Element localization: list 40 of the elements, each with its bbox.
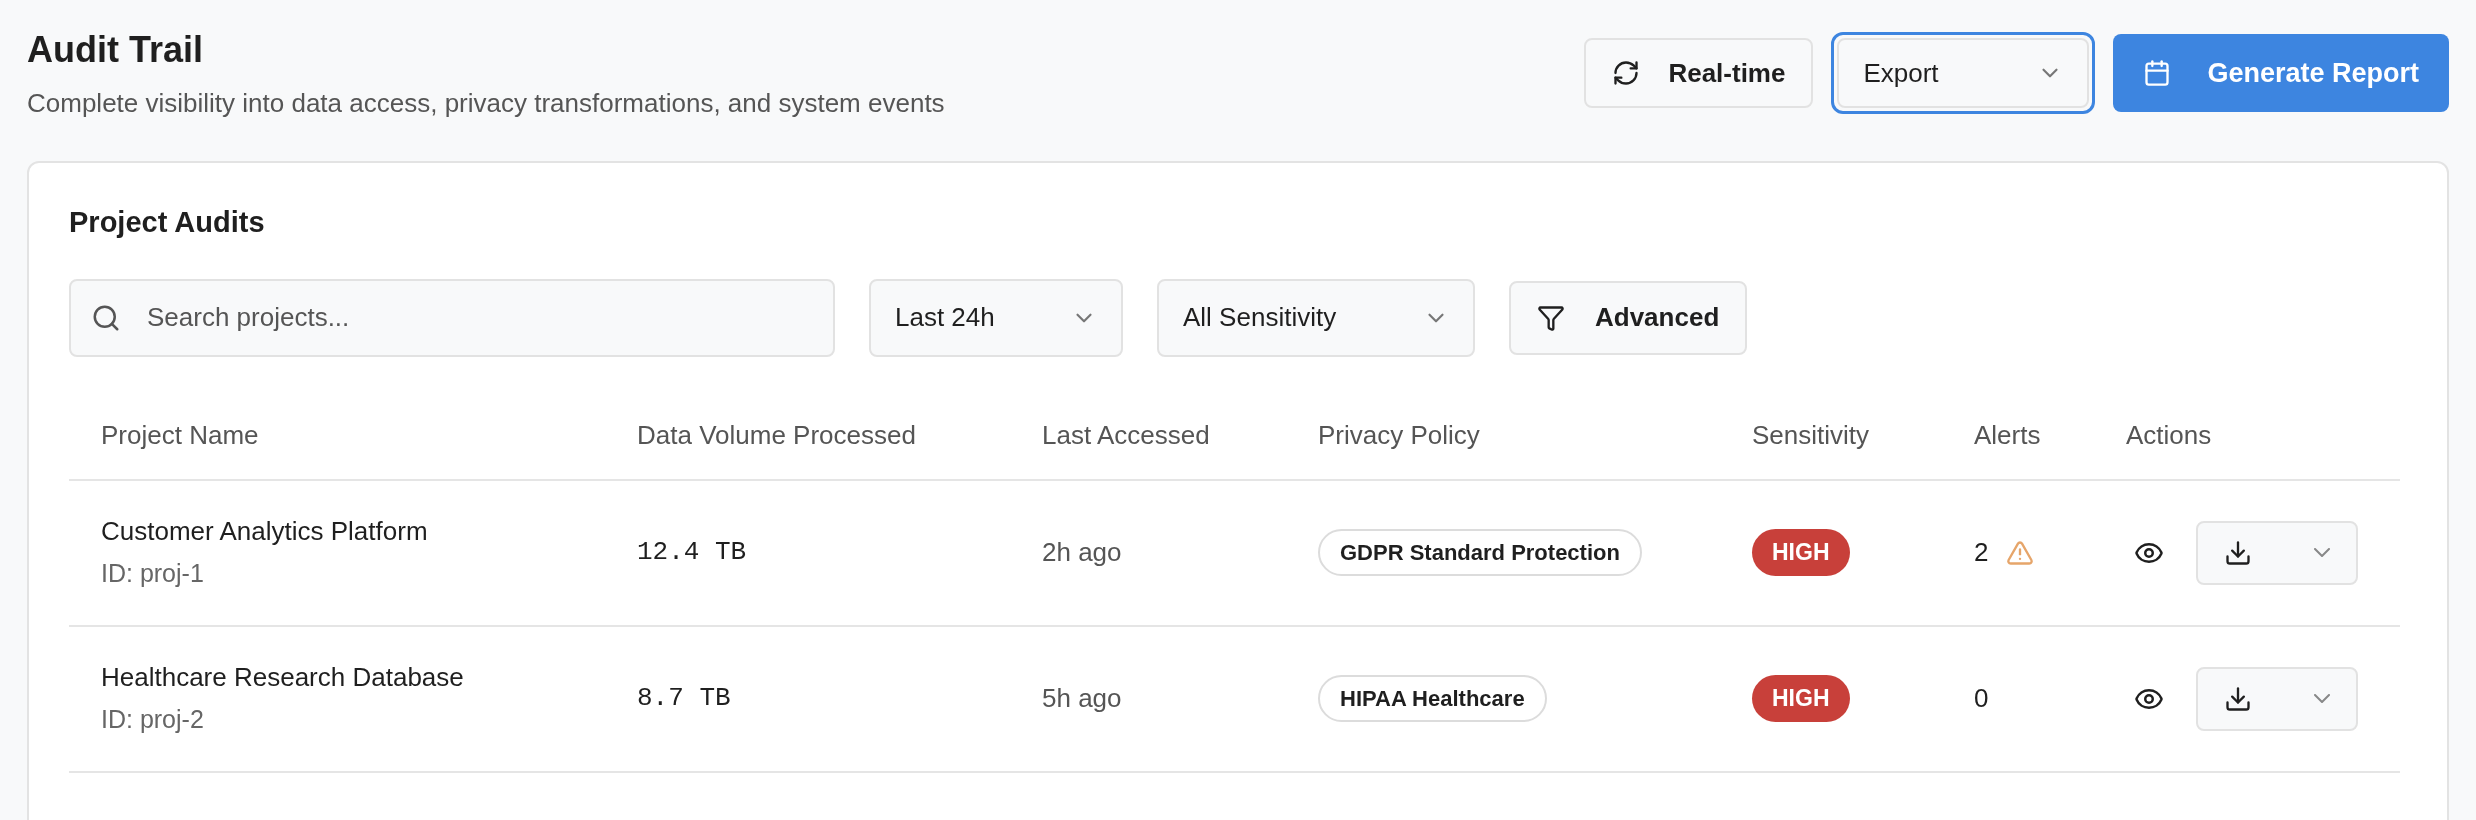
column-header: Actions — [2125, 419, 2212, 452]
data-volume: 12.4 TB — [637, 537, 747, 567]
refresh-icon — [1612, 59, 1641, 87]
chevron-down-icon — [2314, 694, 2330, 703]
page-title: Audit Trail — [27, 28, 204, 72]
realtime-button[interactable]: Real-time — [1584, 38, 1814, 108]
policy-tag: HIPAA Healthcare — [1318, 675, 1547, 722]
alert-count: 0 — [1974, 682, 1989, 715]
calendar-icon — [2143, 59, 2172, 87]
advanced-filter-button[interactable]: Advanced — [1509, 280, 1748, 355]
download-dropdown[interactable] — [2196, 520, 2358, 585]
export-dropdown[interactable]: Export — [1837, 38, 2090, 108]
column-header: Project Name — [100, 419, 259, 452]
download-dropdown[interactable] — [2196, 666, 2358, 731]
data-volume: 8.7 TB — [637, 683, 731, 713]
project-name: Healthcare Research Database — [101, 661, 465, 695]
project-id: ID: proj-2 — [101, 704, 205, 736]
download-icon — [2224, 684, 2252, 713]
project-id: ID: proj-1 — [101, 558, 205, 590]
column-header: Alerts — [1973, 419, 2041, 452]
policy-tag: GDPR Standard Protection — [1318, 529, 1642, 576]
sensitivity-tag: HIGH — [1752, 529, 1850, 576]
column-header: Last Accessed — [1041, 419, 1210, 452]
generate-report-button[interactable]: Generate Report — [2113, 34, 2449, 112]
column-header: Sensitivity — [1751, 419, 1870, 452]
search-field[interactable]: Search projects... — [69, 278, 835, 357]
download-icon — [2224, 538, 2252, 567]
column-header: Data Volume Processed — [636, 419, 916, 452]
sensitivity-tag: HIGH — [1752, 675, 1850, 722]
column-header: Privacy Policy — [1317, 419, 1480, 452]
filter-icon — [1537, 303, 1565, 332]
time-range-dropdown[interactable]: Last 24h — [869, 278, 1123, 357]
last-accessed: 5h ago — [1042, 683, 1122, 713]
card-title: Project Audits — [69, 205, 266, 240]
page-subtitle: Complete visibility into data access, privacy transformations, and system events — [27, 87, 945, 120]
sensitivity-dropdown[interactable]: All Sensitivity — [1157, 278, 1475, 357]
project-name: Customer Analytics Platform — [101, 515, 429, 549]
last-accessed: 2h ago — [1042, 537, 1122, 567]
chevron-down-icon — [2314, 548, 2330, 557]
alert-count: 2 — [1974, 536, 1989, 569]
